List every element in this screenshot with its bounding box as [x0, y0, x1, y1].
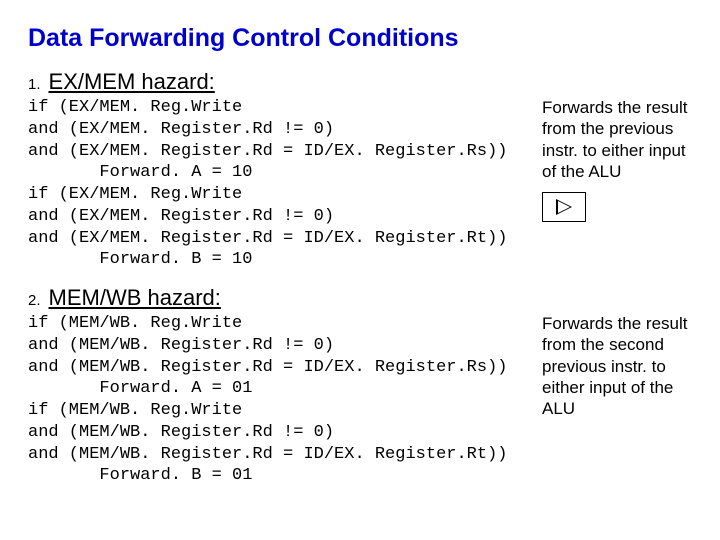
section-heading: EX/MEM hazard:	[49, 69, 215, 95]
section-heading: MEM/WB hazard:	[49, 285, 221, 311]
annotation-text: Forwards the result from the second prev…	[542, 313, 692, 419]
forward-icon	[542, 192, 586, 222]
heading-row: 1. EX/MEM hazard:	[28, 69, 534, 95]
annotation-text: Forwards the result from the previous in…	[542, 97, 692, 182]
section-left: 1. EX/MEM hazard: if (EX/MEM. Reg.Write …	[28, 69, 534, 271]
code-block: if (MEM/WB. Reg.Write and (MEM/WB. Regis…	[28, 313, 534, 487]
section-left: 2. MEM/WB hazard: if (MEM/WB. Reg.Write …	[28, 285, 534, 487]
section-number: 2.	[28, 292, 41, 309]
triangle-icon	[556, 199, 572, 215]
section-number: 1.	[28, 76, 41, 93]
section-ex-mem: 1. EX/MEM hazard: if (EX/MEM. Reg.Write …	[28, 69, 692, 271]
page-title: Data Forwarding Control Conditions	[28, 24, 692, 53]
section-right: Forwards the result from the second prev…	[542, 285, 692, 419]
heading-row: 2. MEM/WB hazard:	[28, 285, 534, 311]
section-mem-wb: 2. MEM/WB hazard: if (MEM/WB. Reg.Write …	[28, 285, 692, 487]
section-right: Forwards the result from the previous in…	[542, 69, 692, 230]
code-block: if (EX/MEM. Reg.Write and (EX/MEM. Regis…	[28, 97, 534, 271]
